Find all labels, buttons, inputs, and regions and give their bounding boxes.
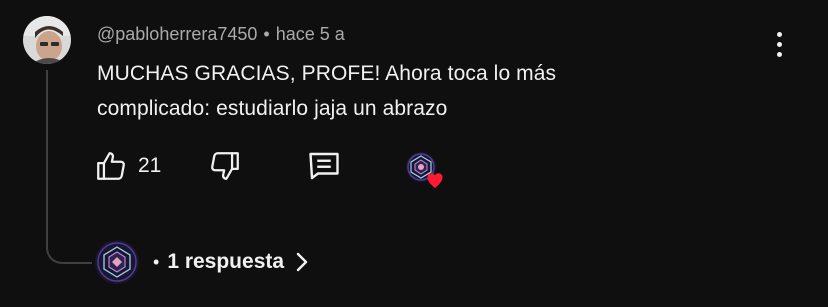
replies-separator: • — [153, 251, 160, 272]
comment-bubble-icon — [309, 152, 339, 180]
thumb-down-icon — [211, 152, 239, 180]
author-avatar[interactable] — [23, 16, 71, 64]
more-vertical-icon-dot — [776, 51, 782, 57]
comment-text-line: MUCHAS GRACIAS, PROFE! Ahora toca lo más — [97, 62, 557, 85]
more-vertical-icon — [776, 31, 782, 37]
more-vertical-icon-dot — [776, 41, 782, 47]
comment-timestamp[interactable]: hace 5 a — [276, 24, 345, 44]
like-button[interactable]: 21 — [94, 148, 161, 184]
replier-avatar — [95, 240, 139, 284]
more-actions-button[interactable] — [765, 26, 793, 62]
author-handle[interactable]: @pabloherrera7450 — [97, 24, 257, 44]
thumb-up-icon — [97, 152, 125, 180]
dislike-button[interactable] — [208, 148, 242, 184]
view-replies-button[interactable]: • 1 respuesta — [95, 238, 310, 286]
reply-button[interactable] — [306, 148, 342, 184]
comment-text-line: complicado: estudiarlo jaja un abrazo — [97, 97, 448, 120]
comment-meta: @pabloherrera7450 • hace 5 a — [97, 24, 345, 45]
heart-icon — [427, 173, 443, 188]
comment-body: MUCHAS GRACIAS, PROFE! Ahora toca lo más… — [97, 56, 737, 126]
replies-label: 1 respuesta — [167, 250, 285, 273]
chevron-right-icon — [294, 250, 310, 274]
thread-connector-line — [46, 70, 92, 264]
creator-heart-badge — [404, 151, 448, 191]
like-count: 21 — [138, 154, 162, 177]
meta-separator: • — [263, 24, 270, 44]
